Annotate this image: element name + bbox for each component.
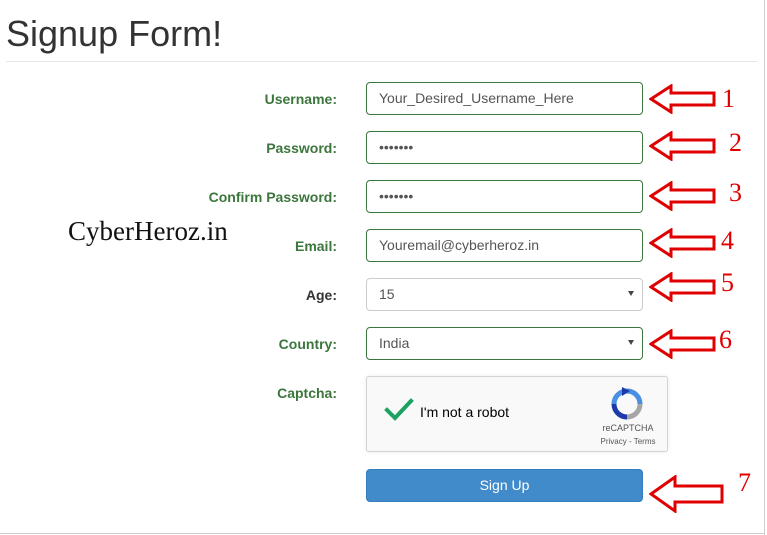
username-label: Username: xyxy=(264,91,337,107)
country-select-value: India xyxy=(379,335,410,351)
sign-up-button[interactable]: Sign Up xyxy=(366,469,643,502)
age-select[interactable]: 15 xyxy=(366,278,643,311)
email-label: Email: xyxy=(294,238,337,254)
age-label: Age: xyxy=(305,287,337,303)
annotation-number-3: 3 xyxy=(729,178,742,207)
checkmark-icon[interactable] xyxy=(384,397,414,428)
arrow-left-icon xyxy=(649,84,716,114)
arrow-left-icon xyxy=(649,131,716,161)
annotation-number-1: 1 xyxy=(722,84,735,113)
password-label: Password: xyxy=(266,140,337,156)
recaptcha-privacy-links[interactable]: Privacy - Terms xyxy=(598,437,658,446)
page-bottom-edge xyxy=(0,533,764,534)
username-input[interactable]: Your_Desired_Username_Here xyxy=(366,82,643,115)
confirm-password-label: Confirm Password: xyxy=(208,189,337,205)
arrow-left-icon xyxy=(649,475,724,513)
title-divider xyxy=(6,61,757,62)
captcha-label: Captcha: xyxy=(277,385,337,401)
recaptcha-logo-icon xyxy=(610,387,644,426)
arrow-left-icon xyxy=(649,228,716,258)
password-input[interactable]: ••••••• xyxy=(366,131,643,164)
annotation-number-6: 6 xyxy=(719,325,732,354)
recaptcha-widget: I'm not a robot reCAPTCHA Privacy - Term… xyxy=(366,376,668,452)
annotation-number-4: 4 xyxy=(721,226,734,255)
arrow-left-icon xyxy=(649,272,716,302)
annotation-number-7: 7 xyxy=(738,468,751,497)
annotation-number-5: 5 xyxy=(721,268,734,297)
captcha-checkbox-label: I'm not a robot xyxy=(420,404,510,420)
chevron-down-icon xyxy=(628,291,634,296)
recaptcha-brand-text: reCAPTCHA xyxy=(602,423,654,433)
annotation-number-2: 2 xyxy=(729,128,742,157)
chevron-down-icon xyxy=(628,340,634,345)
arrow-left-icon xyxy=(649,181,716,211)
watermark-text: CyberHeroz.in xyxy=(68,216,228,246)
country-select[interactable]: India xyxy=(366,327,643,360)
confirm-password-input[interactable]: ••••••• xyxy=(366,180,643,213)
arrow-left-icon xyxy=(649,329,716,359)
age-select-value: 15 xyxy=(379,286,395,302)
country-label: Country: xyxy=(278,336,337,352)
email-input[interactable]: Youremail@cyberheroz.in xyxy=(366,229,643,262)
page-title: Signup Form! xyxy=(6,13,223,54)
page-edge xyxy=(764,0,765,535)
